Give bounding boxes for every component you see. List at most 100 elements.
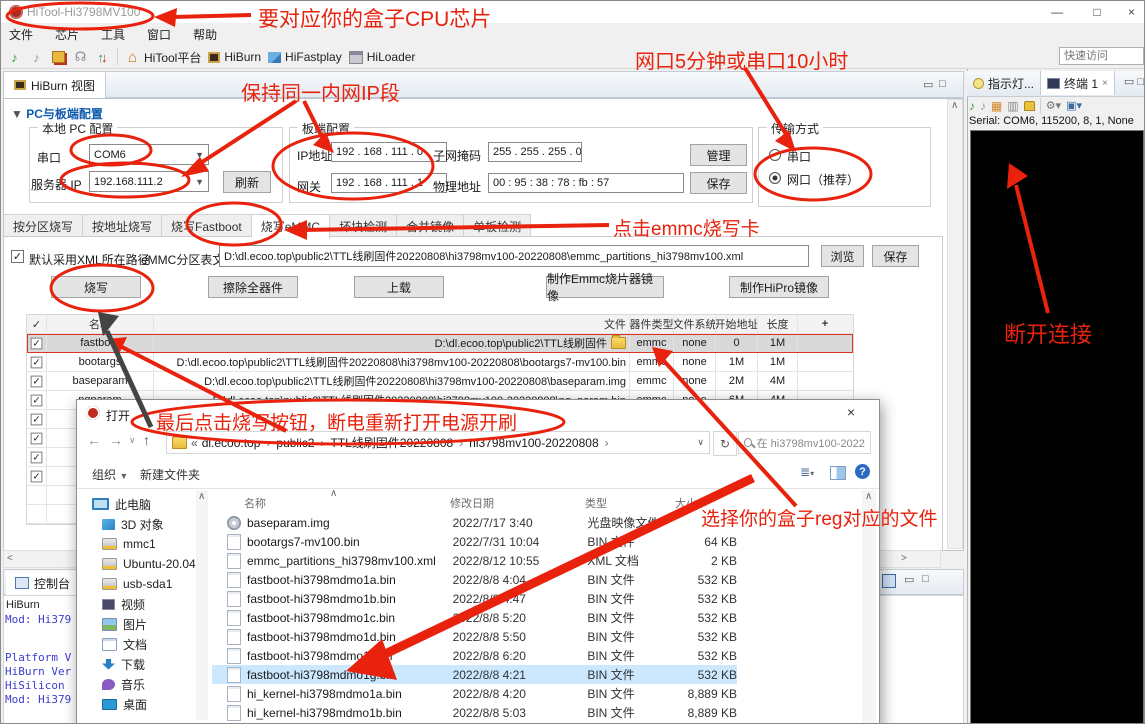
table-row-baseparam[interactable]: ✓ baseparam D:\dl.ecoo.top\public2\TTL线刷… [27, 372, 853, 391]
ip-input[interactable]: 192 . 168 . 111 . 0 [331, 142, 447, 162]
lock-icon[interactable] [1024, 101, 1035, 111]
xml-save-button[interactable]: 保存 [872, 245, 919, 267]
breadcrumb-segment[interactable]: dl.ecoo.top [202, 434, 277, 451]
col-type[interactable]: 类型 [585, 495, 607, 511]
upload-button[interactable]: 上载 [354, 276, 444, 298]
scroll-left-icon[interactable]: < [7, 553, 13, 564]
menu-item[interactable]: 芯片 [55, 26, 79, 43]
quick-access-input[interactable] [1059, 47, 1144, 65]
board-save-button[interactable]: 保存 [690, 172, 747, 194]
hiloader-button[interactable]: HiLoader [349, 50, 416, 64]
refresh-icon[interactable]: ↻ [713, 431, 737, 456]
menu-item[interactable]: 文件 [9, 26, 33, 43]
table-row-bootargs[interactable]: ✓ bootargs D:\dl.ecoo.top\public2\TTL线刷固… [27, 353, 853, 372]
new-folder-button[interactable]: 新建文件夹 [140, 466, 200, 483]
minimize-console-icon[interactable]: ▭ [904, 573, 914, 586]
col-size[interactable]: 大小 [675, 495, 697, 511]
burn-button[interactable]: 烧写 [51, 276, 141, 298]
sidebar-item[interactable]: 视频 [85, 594, 197, 614]
vertical-scrollbar[interactable] [947, 99, 963, 549]
row-checkbox[interactable]: ✓ [31, 375, 43, 387]
help-icon[interactable]: ? [855, 464, 870, 479]
forward-icon[interactable]: → [109, 432, 123, 448]
view-mode-icon[interactable]: ≣▾ [800, 465, 814, 479]
file-row[interactable]: fastboot-hi3798mdmo1d.bin 2022/8/8 5:50 … [212, 627, 737, 646]
sidebar-item[interactable]: 音乐 [85, 674, 197, 694]
sidebar-item[interactable]: 此电脑 [85, 494, 197, 514]
scroll-up-icon[interactable]: ∧ [951, 100, 958, 111]
serial-radio[interactable] [769, 149, 781, 161]
scroll-up-icon[interactable]: ∧ [865, 491, 872, 502]
plug-icon[interactable]: ☊ [73, 50, 88, 65]
file-row[interactable]: fastboot-hi3798mdmo1c.bin 2022/8/8 5:20 … [212, 608, 737, 627]
connect-icon[interactable]: ♪ [7, 50, 22, 65]
tab-hiburn-view[interactable]: HiBurn 视图 [4, 72, 106, 98]
close-button[interactable]: × [1117, 1, 1145, 23]
preview-pane-icon[interactable] [830, 466, 846, 480]
make-emmc-image-button[interactable]: 制作Emmc烧片器镜像 [546, 276, 664, 298]
sidebar-item[interactable]: 桌面 [85, 694, 197, 714]
tab-terminal-1[interactable]: 终端 1 × [1041, 71, 1115, 95]
disconnect-icon[interactable]: ♪ [29, 50, 44, 65]
maximize-button[interactable]: □ [1077, 1, 1117, 23]
xml-path-checkbox[interactable]: ✓ [11, 250, 24, 263]
add-row-icon[interactable]: + [798, 315, 852, 333]
refresh-button[interactable]: 刷新 [223, 171, 271, 193]
up-icon[interactable]: ↑ [143, 432, 150, 448]
erase-all-button[interactable]: 擦除全器件 [208, 276, 298, 298]
chevron-down-icon[interactable]: ∨ [697, 437, 704, 448]
file-row[interactable]: bootargs7-mv100.bin 2022/7/31 10:04 BIN … [212, 532, 737, 551]
menu-item[interactable]: 帮助 [193, 26, 217, 43]
file-row[interactable]: hi_kernel-hi3798mdmo1a.bin 2022/8/8 4:20… [212, 684, 737, 703]
disconnect-terminal-icon[interactable]: ♪ [980, 99, 986, 113]
file-row[interactable]: fastboot-hi3798mdmo1a.bin 2022/8/8 4:04 … [212, 570, 737, 589]
browse-folder-icon[interactable] [611, 337, 626, 349]
netmask-input[interactable]: 255 . 255 . 255 . 0 [488, 142, 582, 162]
table-view-icon[interactable]: ▦ [991, 99, 1002, 113]
scroll-right-icon[interactable]: > [901, 553, 907, 564]
file-row[interactable]: fastboot-hi3798mdmo1g.bin 2022/8/8 4:21 … [212, 665, 737, 684]
maximize-console-icon[interactable]: □ [922, 573, 929, 585]
check-all-icon[interactable]: ✓ [27, 315, 47, 333]
scroll-up-icon[interactable]: ∧ [198, 491, 205, 502]
serial-radio-label[interactable]: 串口 [787, 148, 811, 165]
search-box[interactable]: 在 hi3798mv100-2022080... [738, 431, 871, 454]
connect-terminal-icon[interactable]: ♪ [969, 99, 975, 113]
network-radio[interactable] [769, 172, 781, 184]
col-name[interactable]: 名称 [244, 495, 266, 511]
serial-port-select[interactable]: COM6▼ [89, 144, 209, 165]
package-icon[interactable] [51, 50, 66, 65]
sidebar-item[interactable]: 3D 对象 [85, 514, 197, 534]
sidebar-item[interactable]: usb-sda1 [85, 574, 197, 594]
new-terminal-icon[interactable]: ▣▾ [1066, 99, 1082, 112]
row-checkbox[interactable]: ✓ [31, 337, 43, 349]
file-row[interactable]: fastboot-hi3798mdmo1f.bin 2022/8/8 6:20 … [212, 646, 737, 665]
row-checkbox[interactable]: ✓ [31, 356, 43, 368]
browse-button[interactable]: 浏览 [821, 245, 864, 267]
close-tab-icon[interactable]: × [1102, 78, 1108, 89]
tab-indicator-lights[interactable]: 指示灯... [967, 71, 1041, 95]
minimize-button[interactable]: — [1037, 1, 1077, 23]
breadcrumb-segment[interactable]: TTL线刷固件20220808 [330, 434, 469, 451]
file-row[interactable]: baseparam.img 2022/7/17 3:40 光盘映像文件 [212, 513, 737, 532]
row-checkbox[interactable]: ✓ [31, 413, 43, 425]
mac-input[interactable]: 00 : 95 : 38 : 78 : fb : 57 [488, 173, 684, 193]
col-date[interactable]: 修改日期 [450, 495, 494, 511]
hifastplay-button[interactable]: HiFastplay [268, 50, 342, 64]
gateway-input[interactable]: 192 . 168 . 111 . 1 [331, 173, 447, 193]
sidebar-item[interactable]: 图片 [85, 614, 197, 634]
sidebar-item[interactable]: 下载 [85, 654, 197, 674]
tab-console[interactable]: 控制台 [6, 571, 80, 595]
breadcrumb-segment[interactable]: hi3798mv100-20220808 [469, 434, 614, 451]
breadcrumb-segment[interactable]: public2 [276, 434, 330, 451]
dialog-close-icon[interactable]: × [847, 404, 855, 420]
organize-button[interactable]: 组织 ▼ [92, 466, 128, 483]
columns-view-icon[interactable]: ▥ [1007, 99, 1018, 113]
network-radio-label[interactable]: 网口（推荐） [787, 171, 859, 188]
maximize-view-icon[interactable]: □ [939, 78, 946, 90]
hitool-platform-button[interactable]: ⌂HiTool平台 [125, 49, 201, 66]
minimize-terminal-icon[interactable]: ▭ □ [1124, 71, 1145, 96]
terminal-screen[interactable] [970, 130, 1144, 724]
menu-item[interactable]: 工具 [101, 26, 125, 43]
row-checkbox[interactable]: ✓ [31, 470, 43, 482]
